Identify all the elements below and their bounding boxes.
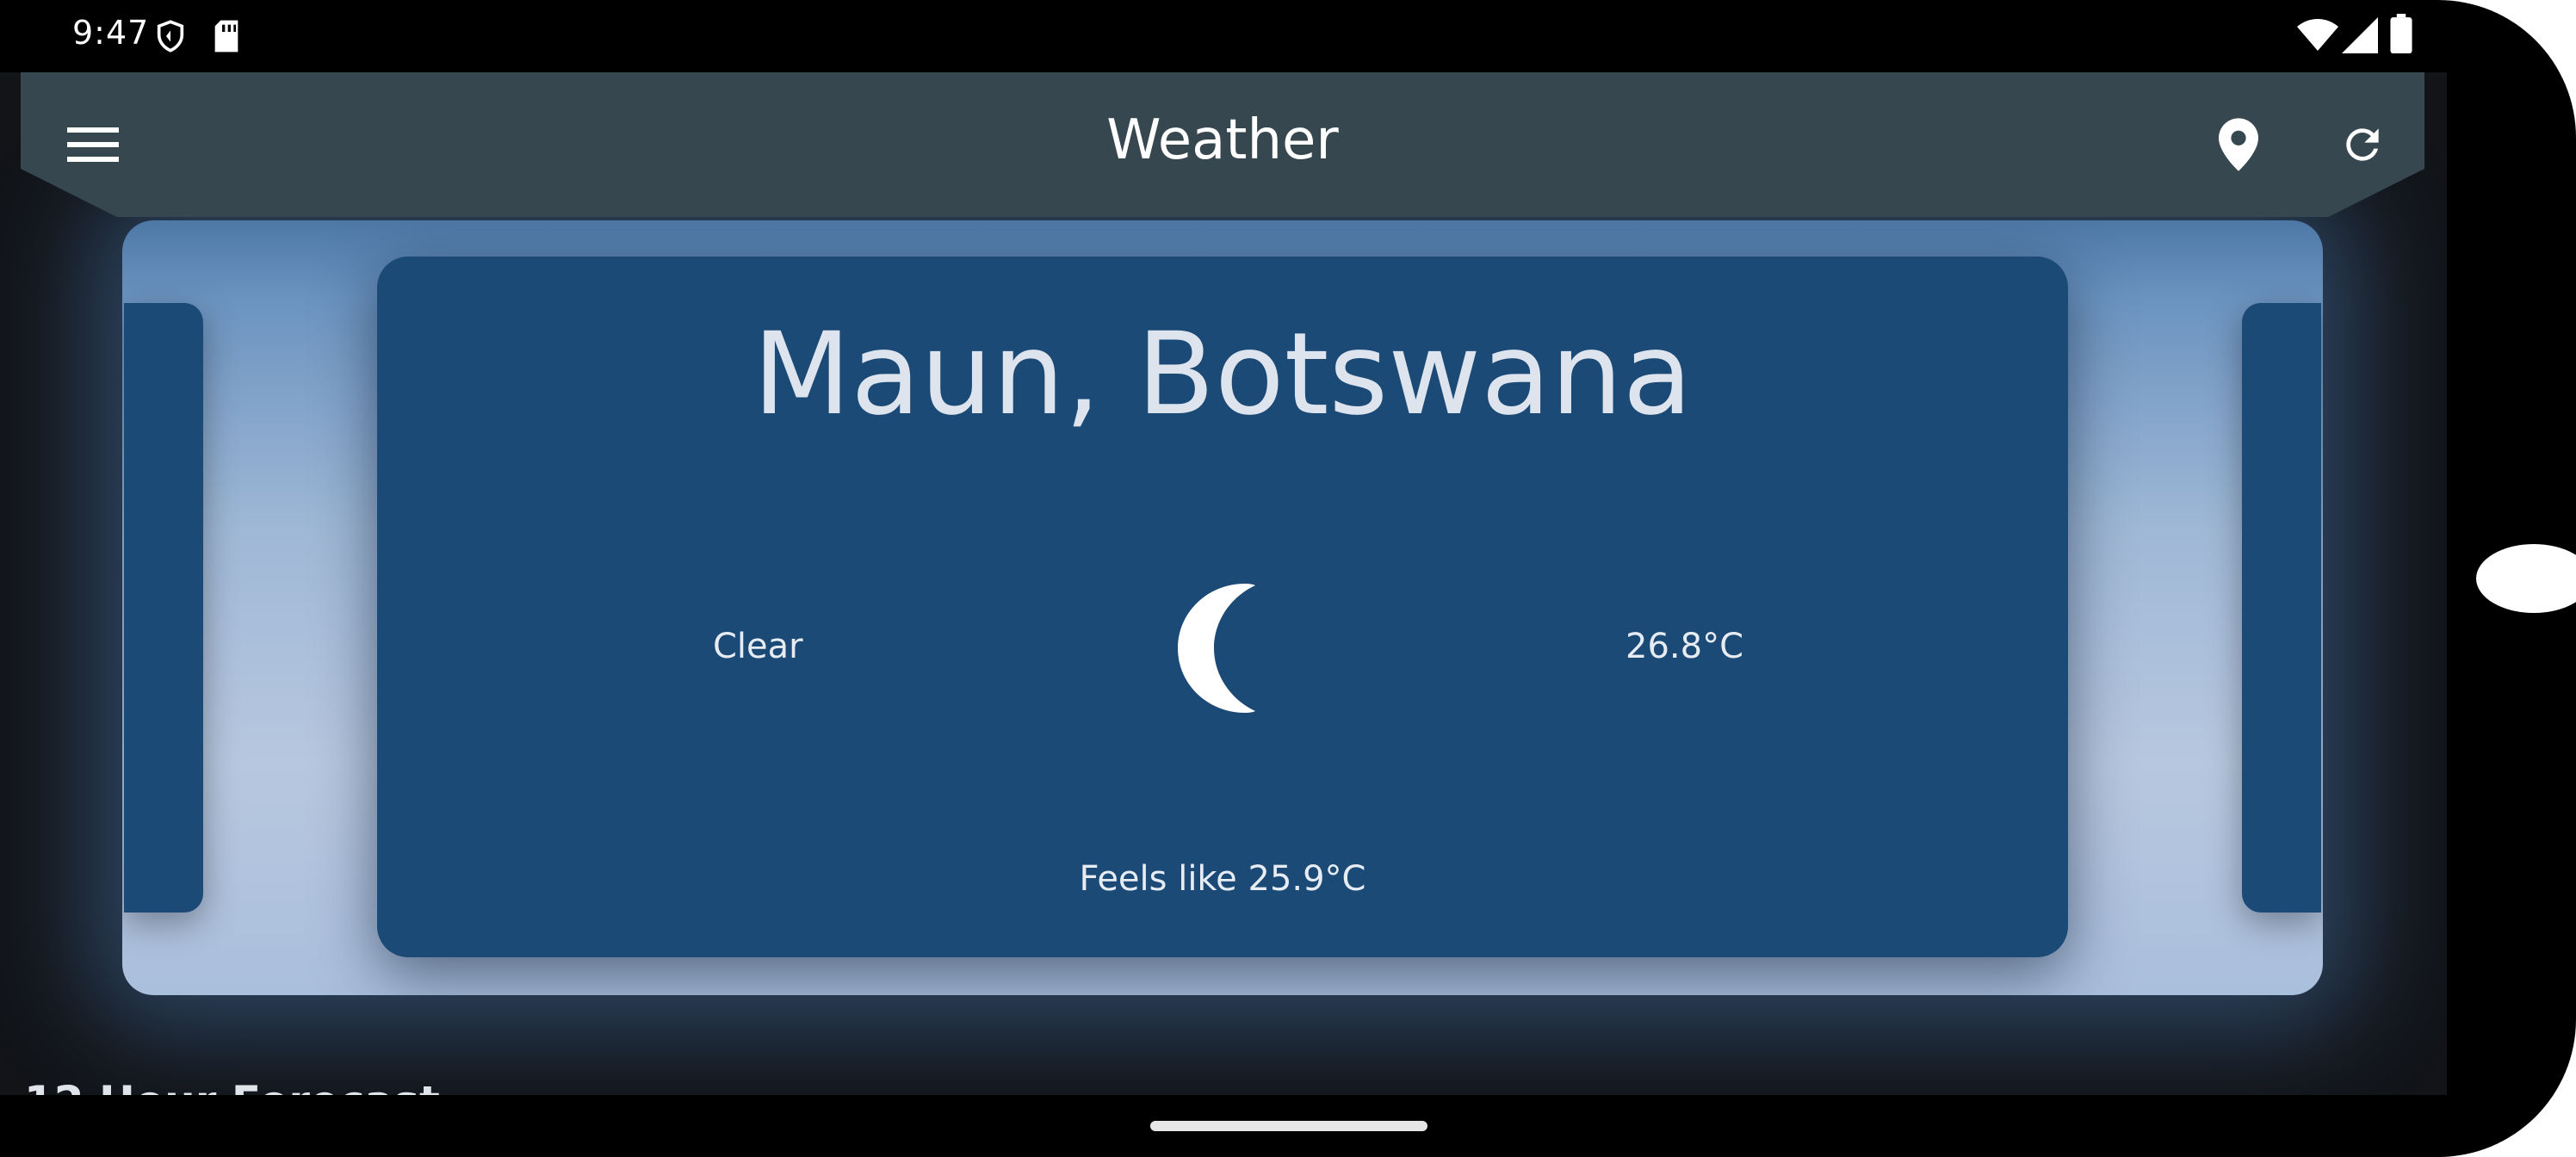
wifi-icon: [2297, 19, 2338, 51]
device-frame: 9:47 Weather Maun, Botswana Clear 26.8°C…: [0, 0, 2576, 1157]
feels-like-temperature: Feels like 25.9°C: [1079, 859, 1366, 899]
refresh-button[interactable]: [2319, 102, 2406, 188]
crescent-moon-icon: [1178, 584, 1255, 713]
app-title: Weather: [1106, 108, 1339, 172]
next-location-card[interactable]: [2242, 303, 2321, 913]
floating-side-button[interactable]: [2476, 544, 2576, 613]
app-screen: Weather Maun, Botswana Clear 26.8°C Feel…: [0, 72, 2447, 1095]
status-time: 9:47: [72, 14, 150, 52]
home-indicator[interactable]: [1150, 1121, 1427, 1131]
temperature: 26.8°C: [1625, 627, 1743, 666]
location-button[interactable]: [2195, 102, 2282, 188]
shield-icon: [157, 20, 184, 53]
previous-location-card[interactable]: [124, 303, 203, 913]
signal-icon: [2342, 17, 2378, 53]
location-carousel[interactable]: Maun, Botswana Clear 26.8°C Feels like 2…: [122, 220, 2323, 995]
battery-icon: [2390, 14, 2412, 53]
weather-condition: Clear: [713, 627, 803, 666]
refresh-icon: [2346, 128, 2379, 161]
forecast-heading: 12 Hour Forecast: [24, 1076, 440, 1095]
current-weather-card[interactable]: Maun, Botswana Clear 26.8°C Feels like 2…: [377, 257, 2068, 957]
sd-card-icon: [214, 20, 238, 53]
app-bar: Weather: [21, 72, 2424, 217]
city-name: Maun, Botswana: [752, 308, 1693, 441]
location-pin-icon: [2219, 118, 2258, 171]
